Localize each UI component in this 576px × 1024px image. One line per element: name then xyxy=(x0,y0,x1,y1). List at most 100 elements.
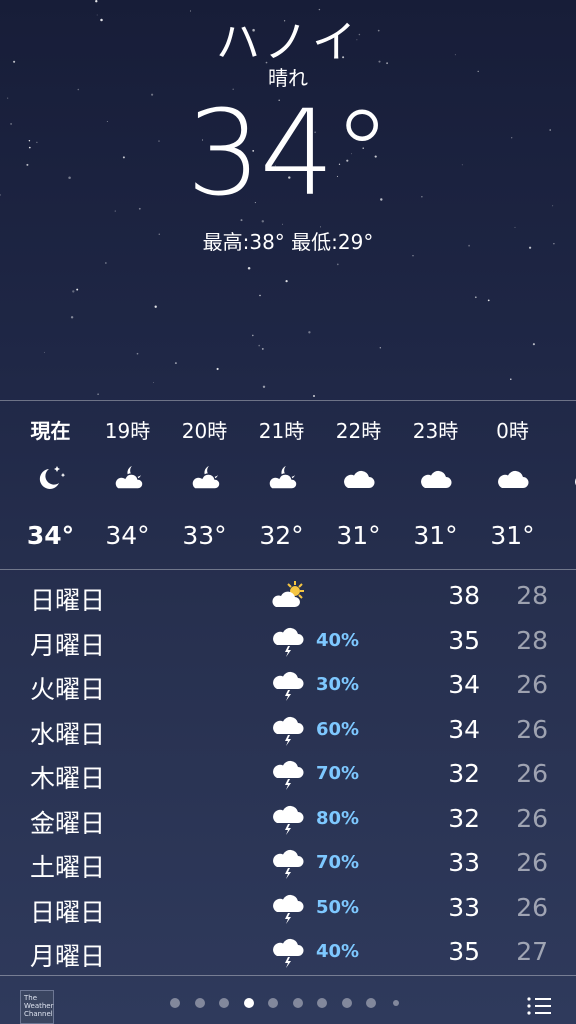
page-dot[interactable] xyxy=(292,998,303,1008)
day-name: 火曜日 xyxy=(30,675,106,704)
hourly-temperature: 31° xyxy=(336,521,381,550)
day-high: 33 xyxy=(448,892,480,922)
hourly-time: 1 xyxy=(551,415,576,439)
day-low: 26 xyxy=(516,714,548,744)
day-low: 26 xyxy=(516,848,548,877)
day-high: 32 xyxy=(448,803,480,833)
day-high: 38 xyxy=(448,581,480,610)
hourly-item: 23時 31° xyxy=(397,401,474,569)
precip-chance: 60% xyxy=(316,718,360,740)
precip-chance: 70% xyxy=(316,852,360,873)
cloud-icon xyxy=(495,463,531,493)
day-name: 木曜日 xyxy=(30,764,106,793)
hourly-time: 0時 xyxy=(496,419,529,443)
cloud-icon xyxy=(418,463,454,493)
hourly-item: 22時 31° xyxy=(320,401,397,569)
day-high: 35 xyxy=(448,625,480,655)
page-dot[interactable] xyxy=(392,1000,399,1006)
thunderstorm-icon xyxy=(271,935,307,969)
day-low: 26 xyxy=(516,803,548,833)
hourly-temperature: 32° xyxy=(259,521,304,550)
hourly-time: 20時 xyxy=(181,419,228,443)
page-dot[interactable] xyxy=(366,998,376,1008)
page-dot[interactable] xyxy=(219,998,229,1008)
sun-cloud-icon xyxy=(271,579,307,613)
daily-row: 月曜日 40% 35 28 xyxy=(0,620,576,664)
current-weather-header: ハノイ 晴れ 34° 最高:38° 最低:29° xyxy=(0,0,576,400)
thunderstorm-icon xyxy=(271,757,307,791)
thunderstorm-icon xyxy=(271,802,307,836)
day-name: 月曜日 xyxy=(30,942,106,971)
precip-chance: 50% xyxy=(316,896,360,918)
page-dot[interactable] xyxy=(194,998,205,1008)
day-low: 27 xyxy=(516,937,548,966)
page-dot[interactable] xyxy=(243,998,254,1008)
thunderstorm-icon xyxy=(271,713,307,747)
hourly-time: 22時 xyxy=(335,419,382,443)
thunderstorm-icon xyxy=(271,624,307,658)
day-high: 34 xyxy=(448,670,480,699)
cloud-icon xyxy=(572,463,576,493)
day-high: 34 xyxy=(448,714,480,744)
weather-channel-logo[interactable]: The Weather Channel xyxy=(20,990,54,1024)
precip-chance: 80% xyxy=(316,807,360,829)
day-low: 26 xyxy=(516,892,548,922)
daily-row: 月曜日 40% 35 27 xyxy=(0,931,576,975)
day-high: 32 xyxy=(448,759,480,788)
page-dot[interactable] xyxy=(317,998,327,1008)
hourly-temperature: 34° xyxy=(105,521,150,550)
daily-row: 木曜日 70% 32 26 xyxy=(0,753,576,797)
precip-chance: 40% xyxy=(316,941,360,962)
precip-chance: 30% xyxy=(316,674,360,695)
day-low: 26 xyxy=(516,759,548,788)
hourly-item: 13 xyxy=(551,401,576,569)
hourly-forecast-strip[interactable]: 現在 34° 19時 34° 20時 33° 21時 32° 22時 31° 23時 31° 0時 31°… xyxy=(0,400,576,570)
moon-stars-icon xyxy=(33,463,69,493)
hourly-time: 21時 xyxy=(258,419,305,443)
precip-chance: 70% xyxy=(316,763,360,784)
page-dot[interactable] xyxy=(341,998,352,1008)
day-name: 土曜日 xyxy=(30,853,106,882)
day-name: 水曜日 xyxy=(30,719,106,749)
daily-row: 火曜日 30% 34 26 xyxy=(0,664,576,708)
hourly-item: 21時 32° xyxy=(243,401,320,569)
hourly-item: 19時 34° xyxy=(89,401,166,569)
hourly-item: 20時 33° xyxy=(166,401,243,569)
hourly-temperature: 34° xyxy=(26,521,75,550)
day-low: 26 xyxy=(516,670,548,699)
cloud-moon-icon xyxy=(264,463,300,493)
hourly-temperature: 3 xyxy=(551,521,576,550)
hourly-temperature: 33° xyxy=(182,521,227,550)
high-low-temperature: 最高:38° 最低:29° xyxy=(202,230,374,254)
thunderstorm-icon xyxy=(271,846,307,880)
hourly-temperature: 31° xyxy=(490,521,535,550)
day-name: 月曜日 xyxy=(30,630,106,660)
hourly-time: 現在 xyxy=(30,419,71,443)
daily-row: 日曜日 50% 33 26 xyxy=(0,887,576,931)
day-high: 35 xyxy=(448,937,480,966)
precip-chance: 40% xyxy=(316,629,360,651)
hourly-time: 19時 xyxy=(104,419,151,443)
cloud-moon-icon xyxy=(110,463,146,493)
daily-row: 日曜日 38 28 xyxy=(0,575,576,619)
daily-row: 水曜日 60% 34 26 xyxy=(0,709,576,753)
thunderstorm-icon xyxy=(271,668,307,702)
day-name: 日曜日 xyxy=(30,897,106,927)
daily-row: 金曜日 80% 32 26 xyxy=(0,798,576,842)
cloud-moon-icon xyxy=(187,463,223,493)
day-high: 33 xyxy=(448,848,480,877)
daily-row: 土曜日 70% 33 26 xyxy=(0,842,576,886)
thunderstorm-icon xyxy=(271,891,307,925)
bottom-toolbar: The Weather Channel xyxy=(0,975,576,1024)
day-low: 28 xyxy=(516,581,548,610)
page-dot[interactable] xyxy=(268,998,278,1008)
list-icon[interactable] xyxy=(526,996,552,1016)
hourly-item: 現在 34° xyxy=(12,401,89,569)
page-dot[interactable] xyxy=(170,998,180,1008)
hourly-time: 23時 xyxy=(412,419,459,443)
current-temperature: 34° xyxy=(186,84,391,222)
hourly-temperature: 31° xyxy=(413,521,458,550)
city-name: ハノイ xyxy=(216,17,360,68)
day-name: 日曜日 xyxy=(30,586,106,615)
day-low: 28 xyxy=(516,625,548,655)
